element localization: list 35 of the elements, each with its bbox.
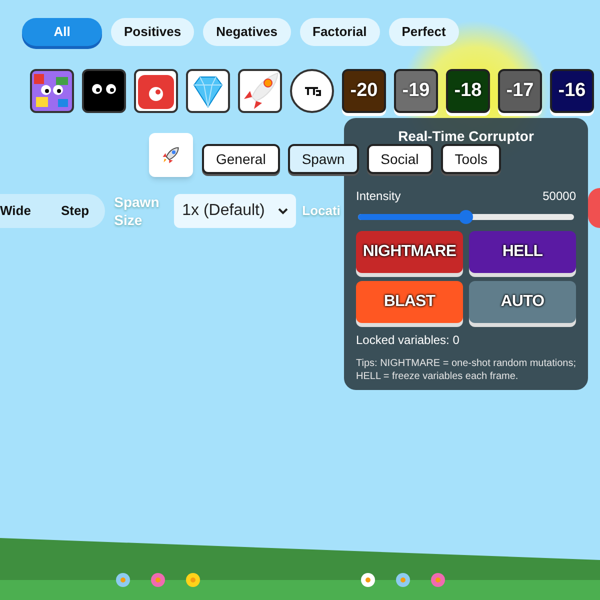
tips-text: Tips: NIGHTMARE = one-shot random mutations; HELL = freeze variables each frame. bbox=[356, 357, 576, 383]
mode-option[interactable]: Step bbox=[60, 201, 90, 221]
action-button[interactable]: AUTO bbox=[469, 281, 576, 323]
filter-chip[interactable]: Negatives bbox=[203, 18, 291, 46]
number-tile[interactable]: -18 bbox=[446, 69, 490, 113]
rocket-icon bbox=[160, 144, 182, 166]
location-label: Locati bbox=[302, 202, 340, 220]
tab[interactable]: Tools bbox=[440, 144, 502, 174]
mode-option[interactable]: Wide bbox=[0, 201, 31, 221]
rocket-tile[interactable] bbox=[149, 133, 193, 177]
tab[interactable]: Social bbox=[366, 144, 433, 174]
intensity-label: Intensity bbox=[356, 188, 401, 205]
number-tile[interactable]: -19 bbox=[394, 69, 438, 113]
filter-chip[interactable]: Factorial bbox=[300, 18, 380, 46]
locked-variables-text: Locked variables: 0 bbox=[356, 332, 460, 349]
slider-thumb[interactable] bbox=[459, 210, 473, 224]
chevron-down-icon bbox=[278, 207, 288, 215]
filter-chip[interactable]: Perfect bbox=[388, 18, 459, 46]
pixel-face-icon[interactable] bbox=[30, 69, 74, 113]
rocket-icon[interactable] bbox=[238, 69, 282, 113]
action-button[interactable]: NIGHTMARE bbox=[356, 231, 463, 273]
number-tile[interactable]: -17 bbox=[498, 69, 542, 113]
eyes-face-icon[interactable] bbox=[82, 69, 126, 113]
action-button[interactable]: HELL bbox=[469, 231, 576, 273]
panel-title: Real-Time Corruptor bbox=[397, 127, 535, 146]
filter-chip[interactable]: Positives bbox=[111, 18, 194, 46]
spawn-size-select[interactable]: 1x (Default) bbox=[174, 194, 296, 228]
symbol-icon[interactable] bbox=[290, 69, 334, 113]
number-tile[interactable]: -20 bbox=[342, 69, 386, 113]
tab[interactable]: Spawn bbox=[288, 144, 359, 174]
tab[interactable]: General bbox=[202, 144, 280, 174]
number-tile[interactable]: -16 bbox=[550, 69, 594, 113]
intensity-reading: 50000 bbox=[542, 188, 576, 205]
spawn-size-label: Spawn Size bbox=[114, 193, 160, 229]
case-icon[interactable] bbox=[134, 69, 178, 113]
